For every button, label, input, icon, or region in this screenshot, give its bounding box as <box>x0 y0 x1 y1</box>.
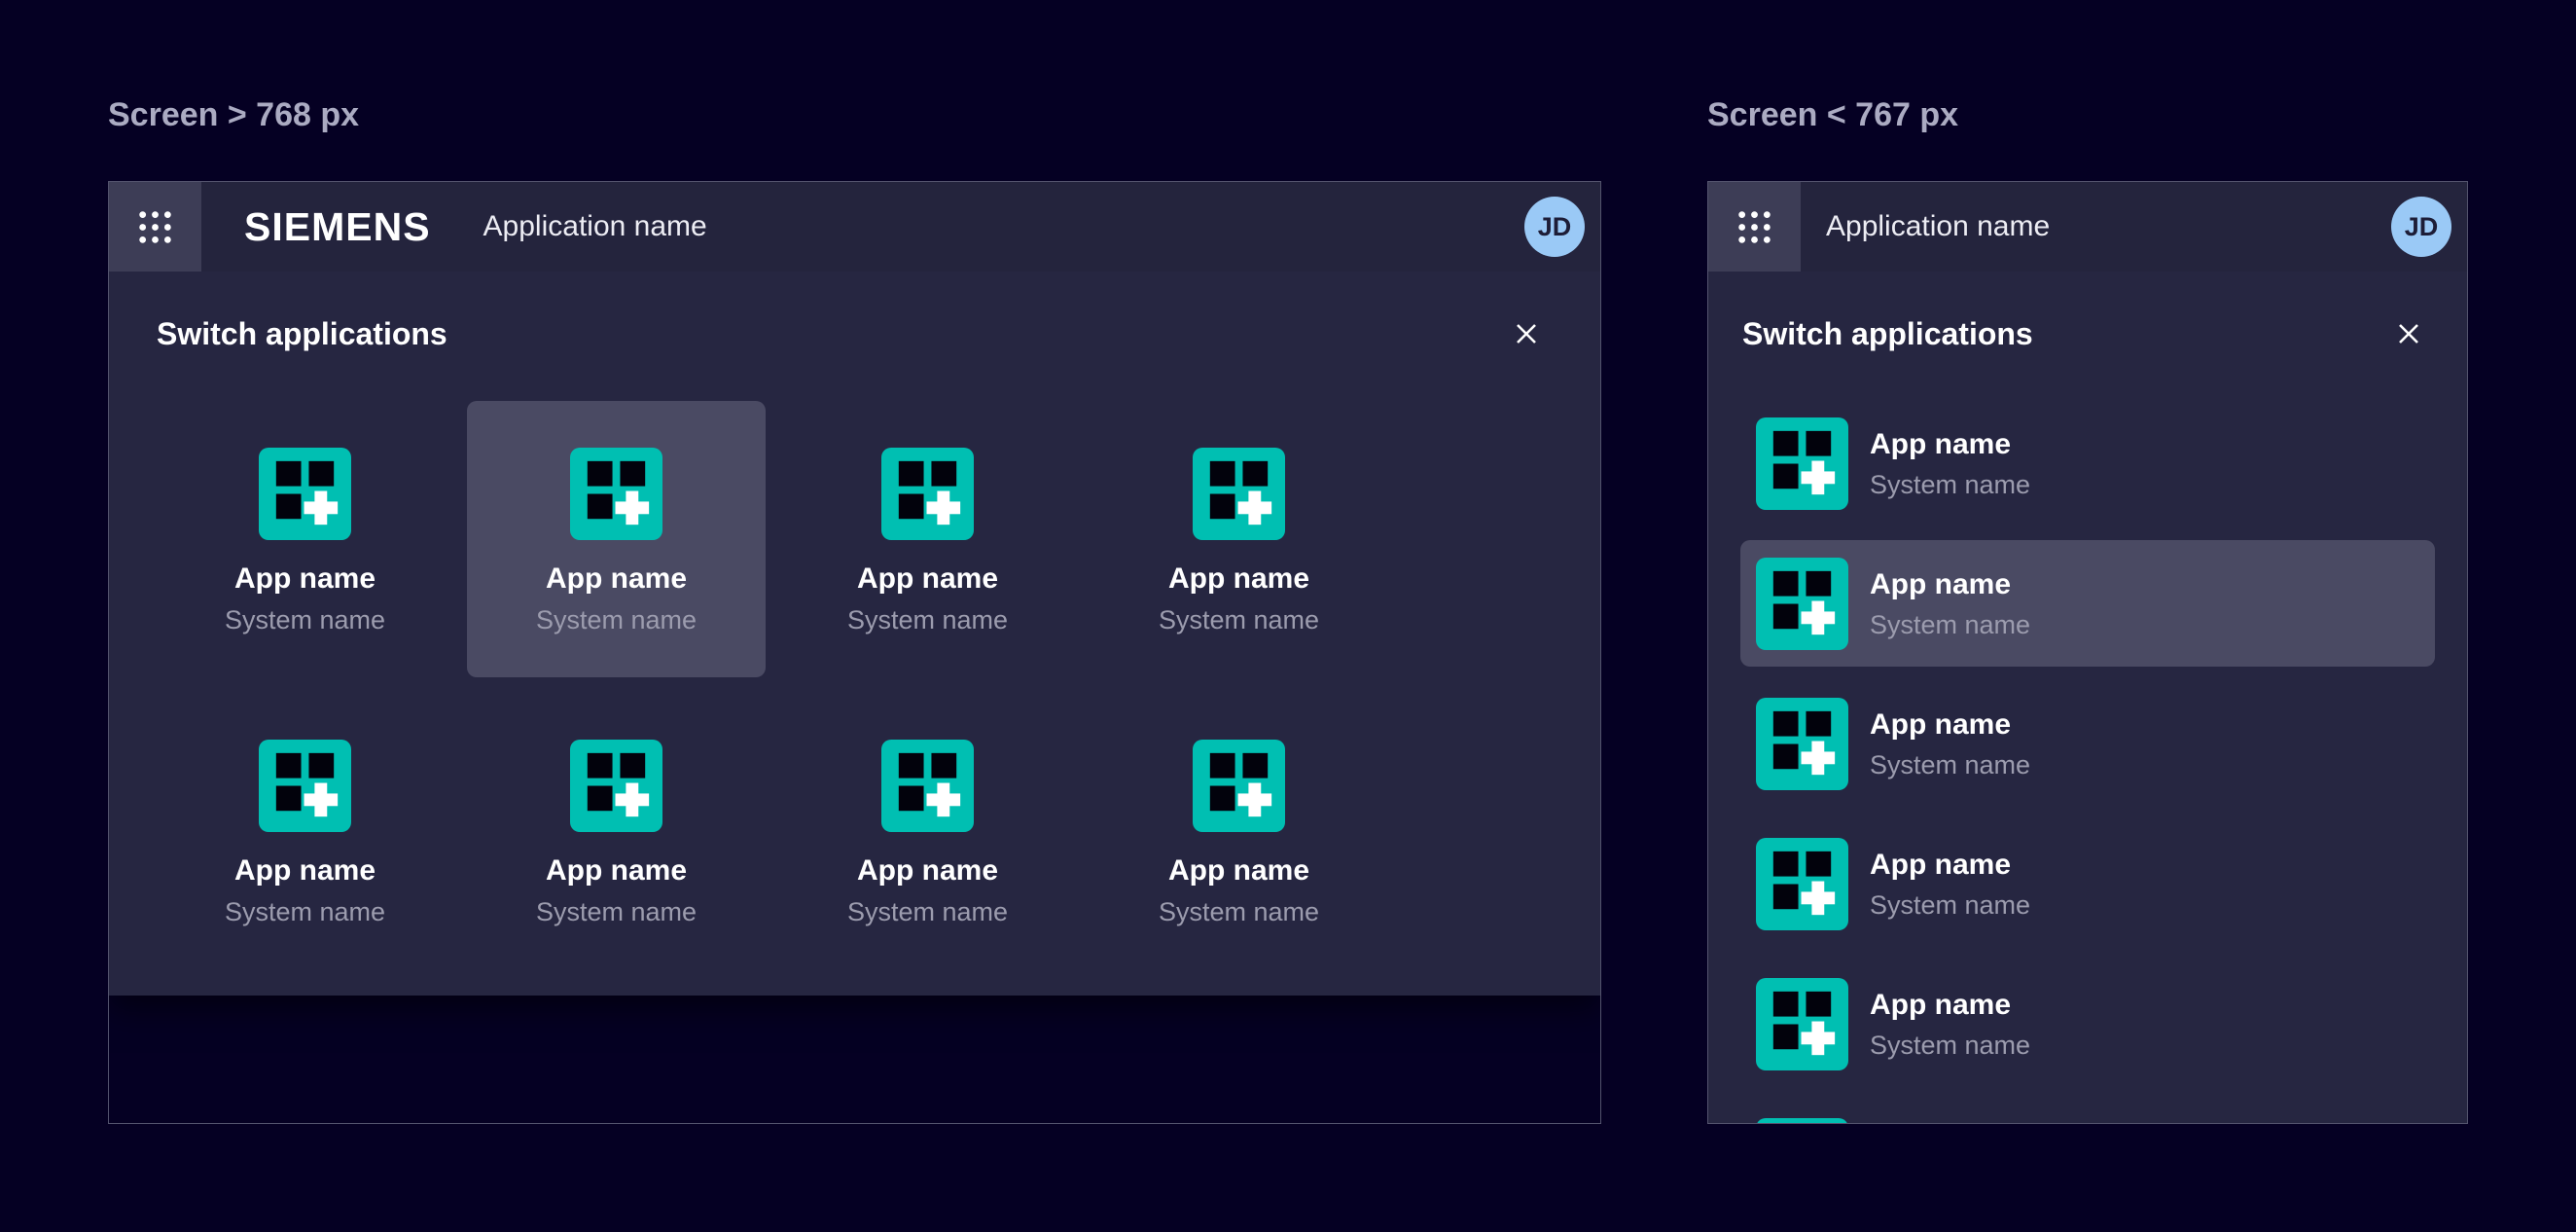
application-title: Application name <box>483 210 707 243</box>
system-name: System name <box>1159 897 1319 927</box>
app-tile[interactable]: App name System name <box>778 693 1077 969</box>
app-name: App name <box>234 854 376 888</box>
app-tile-plus-icon <box>1756 978 1848 1070</box>
app-name: App name <box>1870 988 2030 1023</box>
app-tile[interactable]: App name System name <box>467 693 766 969</box>
app-list-item[interactable]: App name System name <box>1740 960 2435 1087</box>
close-icon <box>1511 318 1542 349</box>
breakpoint-label-desktop: Screen > 768 px <box>108 93 359 136</box>
breakpoint-label-mobile: Screen < 767 px <box>1707 93 1958 136</box>
user-avatar[interactable]: JD <box>2391 197 2451 257</box>
app-name: App name <box>857 854 998 888</box>
app-tile[interactable]: App name System name <box>467 401 766 677</box>
system-name: System name <box>1870 609 2030 640</box>
app-list-item[interactable]: App name System name <box>1740 540 2435 667</box>
app-tile-plus-icon <box>1193 448 1285 540</box>
app-list-item[interactable]: App name System name <box>1740 400 2435 526</box>
close-icon <box>2393 318 2424 349</box>
app-switcher-button[interactable] <box>1708 182 1801 272</box>
app-name: App name <box>857 562 998 596</box>
application-title: Application name <box>1826 210 2050 243</box>
switch-applications-popup: Switch applications App name System name… <box>109 272 1600 996</box>
app-list: App name System name App name System nam… <box>1740 400 2435 1123</box>
app-name: App name <box>1870 848 2030 883</box>
system-name: System name <box>1159 605 1319 635</box>
desktop-window: SIEMENS Application name JD Switch appli… <box>108 181 1601 1124</box>
app-tile-plus-icon <box>259 740 351 832</box>
close-button[interactable] <box>2387 312 2430 355</box>
system-name: System name <box>225 897 385 927</box>
app-tile-plus-icon <box>881 448 974 540</box>
app-tile[interactable]: App name System name <box>1090 401 1388 677</box>
app-name: App name <box>1168 562 1309 596</box>
app-list-item-text: App name System name <box>1870 427 2030 500</box>
system-name: System name <box>536 605 697 635</box>
app-tile-plus-icon <box>1193 740 1285 832</box>
app-tile-plus-icon <box>570 740 662 832</box>
popup-header: Switch applications <box>1708 272 2467 355</box>
app-list-item-partial[interactable] <box>1740 1101 2435 1123</box>
system-name: System name <box>1870 749 2030 780</box>
user-avatar[interactable]: JD <box>1524 197 1585 257</box>
close-button[interactable] <box>1505 312 1548 355</box>
desktop-appbar: SIEMENS Application name JD <box>109 182 1600 272</box>
app-list-item-text: App name System name <box>1870 707 2030 780</box>
siemens-logo: SIEMENS <box>244 204 431 250</box>
avatar-initials: JD <box>1538 212 1572 242</box>
popup-title: Switch applications <box>157 314 447 353</box>
app-tile[interactable]: App name System name <box>778 401 1077 677</box>
grid-dots-icon <box>1736 209 1772 245</box>
app-tile-plus-icon <box>259 448 351 540</box>
app-tile-grid: App name System name App name System nam… <box>109 401 1600 969</box>
system-name: System name <box>1870 469 2030 500</box>
app-list-item-text: App name System name <box>1870 848 2030 921</box>
switch-applications-popup: Switch applications App name System name… <box>1708 272 2467 1123</box>
app-list-item-text: App name System name <box>1870 988 2030 1061</box>
app-tile[interactable]: App name System name <box>156 693 454 969</box>
system-name: System name <box>1870 1030 2030 1061</box>
app-tile-plus-icon <box>1756 698 1848 790</box>
grid-dots-icon <box>137 209 173 245</box>
mobile-window: Application name JD Switch applications … <box>1707 181 2468 1124</box>
app-tile-plus-icon <box>1756 558 1848 650</box>
app-list-item[interactable]: App name System name <box>1740 820 2435 947</box>
avatar-initials: JD <box>2405 212 2439 242</box>
app-name: App name <box>1870 707 2030 743</box>
mobile-appbar: Application name JD <box>1708 182 2467 272</box>
app-tile[interactable]: App name System name <box>156 401 454 677</box>
system-name: System name <box>1870 889 2030 921</box>
system-name: System name <box>536 897 697 927</box>
app-name: App name <box>546 562 687 596</box>
app-name: App name <box>1168 854 1309 888</box>
app-name: App name <box>1870 427 2030 462</box>
system-name: System name <box>847 605 1008 635</box>
app-name: App name <box>234 562 376 596</box>
app-switcher-button[interactable] <box>109 182 201 272</box>
app-name: App name <box>546 854 687 888</box>
popup-title: Switch applications <box>1742 314 2033 353</box>
app-list-item-text: App name System name <box>1870 567 2030 640</box>
system-name: System name <box>225 605 385 635</box>
app-tile-plus-icon <box>881 740 974 832</box>
system-name: System name <box>847 897 1008 927</box>
app-tile[interactable]: App name System name <box>1090 693 1388 969</box>
app-list-item[interactable]: App name System name <box>1740 680 2435 807</box>
app-tile-plus-icon <box>1756 1118 1848 1124</box>
app-tile-plus-icon <box>1756 417 1848 510</box>
app-tile-plus-icon <box>1756 838 1848 930</box>
popup-header: Switch applications <box>109 272 1600 355</box>
app-tile-plus-icon <box>570 448 662 540</box>
app-name: App name <box>1870 567 2030 602</box>
